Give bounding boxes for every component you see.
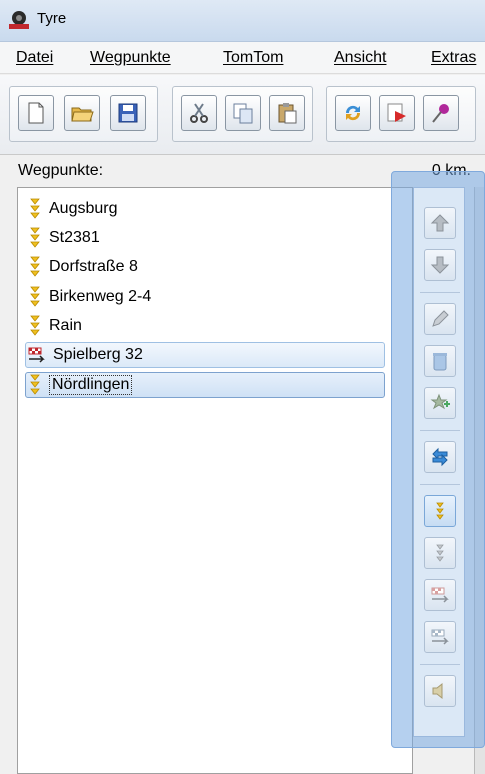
- cut-button[interactable]: [181, 95, 217, 131]
- waypoint-label: Spielberg 32: [53, 346, 143, 363]
- refresh-icon: [345, 105, 361, 121]
- speaker-button[interactable]: [424, 675, 456, 707]
- waypoint-actions-panel: [391, 171, 485, 748]
- paste-button[interactable]: [269, 95, 305, 131]
- copy-icon: [233, 103, 253, 124]
- send-icon: [387, 103, 406, 122]
- open-folder-icon: [71, 107, 94, 122]
- save-disk-icon: [118, 103, 138, 123]
- menu-bar: Datei Wegpunkte TomTom Ansicht Extras: [0, 42, 485, 74]
- refresh-button[interactable]: [335, 95, 371, 131]
- window-title: Tyre: [37, 10, 67, 27]
- separator: [420, 430, 460, 431]
- waypoint-icon: [30, 315, 40, 336]
- waypoint-label: Augsburg: [49, 200, 118, 217]
- reverse-route-button[interactable]: [424, 441, 456, 473]
- waypoint-label: Nördlingen: [49, 375, 133, 395]
- edit-icon: [432, 310, 449, 327]
- waypoint-label: St2381: [49, 229, 100, 246]
- move-down-button[interactable]: [424, 249, 456, 281]
- waypoint-label: Birkenweg 2-4: [49, 288, 152, 305]
- delete-button[interactable]: [424, 345, 456, 377]
- pin-button[interactable]: [423, 95, 459, 131]
- reverse-route-icon: [432, 447, 448, 467]
- delete-icon: [433, 353, 447, 371]
- title-bar: Tyre: [0, 0, 485, 42]
- list-item[interactable]: Spielberg 32: [25, 342, 385, 368]
- waypoint-actions-toolbar: [413, 187, 465, 737]
- waypoint-icon: [30, 286, 40, 307]
- edit-button[interactable]: [424, 303, 456, 335]
- menu-tomtom[interactable]: TomTom: [223, 49, 283, 67]
- open-button[interactable]: [64, 95, 100, 131]
- set-destination-button[interactable]: [424, 579, 456, 611]
- add-favorite-button[interactable]: [424, 387, 456, 419]
- waypoints-label: Wegpunkte:: [18, 162, 104, 179]
- separator: [420, 664, 460, 665]
- waypoint-icon: [30, 374, 40, 395]
- cut-scissors-icon: [190, 103, 208, 123]
- move-up-icon: [430, 214, 450, 232]
- menu-extras[interactable]: Extras: [431, 49, 476, 67]
- list-item[interactable]: Nördlingen: [25, 372, 385, 398]
- copy-button[interactable]: [225, 95, 261, 131]
- waypoint-type-button[interactable]: [424, 495, 456, 527]
- edit-toolbar-group: [172, 86, 313, 142]
- waypoint-list[interactable]: Augsburg St2381 Dorfstraße 8 Birkenweg 2…: [17, 187, 413, 774]
- waypoint-icon: [30, 256, 40, 277]
- paste-icon: [278, 103, 297, 124]
- new-file-button[interactable]: [18, 95, 54, 131]
- move-up-button[interactable]: [424, 207, 456, 239]
- finish-flag-icon: [28, 347, 45, 363]
- move-down-icon: [430, 256, 450, 274]
- list-item[interactable]: Birkenweg 2-4: [26, 284, 388, 310]
- set-start-icon: [431, 629, 449, 645]
- menu-ansicht[interactable]: Ansicht: [334, 49, 386, 67]
- toolbar: [0, 75, 485, 155]
- route-toolbar-group: [326, 86, 476, 142]
- menu-datei[interactable]: Datei: [16, 49, 53, 67]
- list-item[interactable]: Dorfstraße 8: [26, 254, 388, 280]
- send-button[interactable]: [379, 95, 415, 131]
- add-favorite-icon: [430, 393, 450, 410]
- save-button[interactable]: [110, 95, 146, 131]
- waypoint-label: Dorfstraße 8: [49, 258, 138, 275]
- via-point-icon: [436, 544, 444, 562]
- set-destination-icon: [431, 587, 449, 603]
- speaker-icon: [432, 682, 443, 700]
- separator: [420, 292, 460, 293]
- waypoint-icon: [30, 198, 40, 219]
- file-toolbar-group: [9, 86, 158, 142]
- new-file-icon: [28, 102, 44, 124]
- pin-icon: [432, 104, 449, 123]
- waypoint-icon: [30, 227, 40, 248]
- menu-wegpunkte[interactable]: Wegpunkte: [90, 49, 171, 67]
- tyre-app-icon: [9, 11, 29, 29]
- set-start-button[interactable]: [424, 621, 456, 653]
- list-item[interactable]: St2381: [26, 225, 388, 251]
- waypoint-label: Rain: [49, 317, 82, 334]
- list-item[interactable]: Augsburg: [26, 196, 388, 222]
- waypoint-type-icon: [436, 502, 444, 520]
- separator: [420, 484, 460, 485]
- list-item[interactable]: Rain: [26, 313, 388, 339]
- via-point-button[interactable]: [424, 537, 456, 569]
